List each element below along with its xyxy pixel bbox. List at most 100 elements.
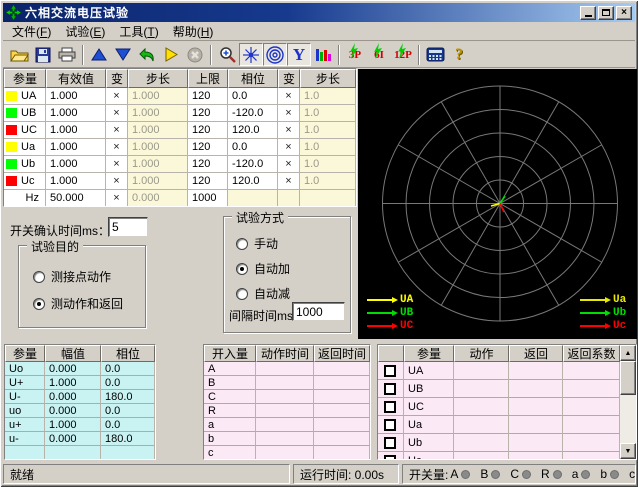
limit-cell[interactable]: 120 <box>188 173 228 190</box>
seq-amplitude: 1.000 <box>45 376 101 390</box>
vary-toggle-cell[interactable]: × <box>106 122 128 139</box>
mode-group-title: 试验方式 <box>232 209 288 226</box>
switch-state-dot <box>522 470 531 479</box>
action-cell <box>454 362 509 380</box>
vary-toggle-cell[interactable]: × <box>106 88 128 105</box>
radio-selected-icon <box>33 298 45 310</box>
help-button[interactable]: ? <box>447 43 471 66</box>
radio-action-and-return[interactable]: 测动作和返回 <box>33 295 123 312</box>
stop-x-icon <box>187 47 203 63</box>
lower-button[interactable] <box>111 43 135 66</box>
vary-toggle-cell[interactable]: × <box>278 88 300 105</box>
value-cell[interactable]: 50.000 <box>46 190 106 207</box>
phase-cell[interactable]: -120.0 <box>228 105 278 122</box>
switch-letter: b <box>600 467 607 481</box>
mode-12p-button[interactable]: 12P <box>391 43 415 66</box>
column-header: 返回 <box>509 345 563 362</box>
circles-view-button[interactable] <box>263 43 287 66</box>
calculator-button[interactable] <box>423 43 447 66</box>
select-cell <box>378 380 404 398</box>
table-row: U- 0.000 180.0 <box>5 390 155 404</box>
open-folder-icon <box>10 47 29 62</box>
value-cell[interactable]: 1.000 <box>46 173 106 190</box>
phase-cell[interactable]: -120.0 <box>228 156 278 173</box>
vertical-scrollbar[interactable]: ▲ ▼ <box>620 345 636 459</box>
minimize-button[interactable] <box>580 6 596 20</box>
print-button[interactable] <box>55 43 79 66</box>
uc2-arrow-icon <box>580 325 605 327</box>
param-name-cell: Hz <box>4 190 46 207</box>
radio-contact-action[interactable]: 测接点动作 <box>33 268 111 285</box>
menu-test[interactable]: 试验(E) <box>58 21 112 42</box>
maximize-button[interactable] <box>598 6 614 20</box>
limit-cell[interactable]: 1000 <box>188 190 228 207</box>
close-button[interactable]: × <box>616 6 632 20</box>
radio-auto-increase[interactable]: 自动加 <box>236 260 290 277</box>
menu-tools[interactable]: 工具(T) <box>112 21 165 42</box>
vary-toggle-cell[interactable]: × <box>278 156 300 173</box>
checkbox[interactable] <box>384 437 396 449</box>
legend-label: Ua <box>613 294 626 306</box>
bars-view-button[interactable] <box>311 43 335 66</box>
radio-auto-decrease[interactable]: 自动减 <box>236 285 290 302</box>
limit-cell[interactable]: 120 <box>188 122 228 139</box>
step-cell: 1.0 <box>300 122 356 139</box>
vary-toggle-cell[interactable]: × <box>106 173 128 190</box>
table-row: A <box>204 362 370 376</box>
checkbox[interactable] <box>384 365 396 377</box>
open-button[interactable] <box>7 43 31 66</box>
undo-button[interactable] <box>135 43 159 66</box>
start-button[interactable] <box>159 43 183 66</box>
vary-toggle-cell[interactable]: × <box>278 105 300 122</box>
value-cell[interactable]: 1.000 <box>46 105 106 122</box>
mode-3p-button[interactable]: 3P <box>343 43 367 66</box>
vary-toggle-cell[interactable]: × <box>278 122 300 139</box>
phase-cell[interactable]: 120.0 <box>228 122 278 139</box>
stop-button[interactable] <box>183 43 207 66</box>
close-icon: × <box>621 8 627 18</box>
select-cell <box>378 416 404 434</box>
radio-manual[interactable]: 手动 <box>236 235 278 252</box>
vary-toggle-cell[interactable]: × <box>106 190 128 207</box>
table-row: UB <box>378 380 636 398</box>
limit-cell[interactable]: 120 <box>188 156 228 173</box>
y-view-button[interactable]: Y <box>287 43 311 66</box>
value-cell[interactable]: 1.000 <box>46 156 106 173</box>
raise-button[interactable] <box>87 43 111 66</box>
ub2-arrow-icon <box>580 312 605 314</box>
scroll-up-button[interactable]: ▲ <box>620 345 636 361</box>
save-button[interactable] <box>31 43 55 66</box>
limit-cell[interactable]: 120 <box>188 105 228 122</box>
vary-toggle-cell[interactable]: × <box>106 105 128 122</box>
confirm-time-input[interactable] <box>108 217 148 237</box>
lightning-icon <box>347 43 359 59</box>
scroll-down-button[interactable]: ▼ <box>620 443 636 459</box>
column-header: 上限 <box>188 69 228 88</box>
limit-cell[interactable]: 120 <box>188 139 228 156</box>
menu-help[interactable]: 帮助(H) <box>166 21 221 42</box>
mode-6i-button[interactable]: 6I <box>367 43 391 66</box>
checkbox[interactable] <box>384 455 396 461</box>
limit-cell[interactable]: 120 <box>188 88 228 105</box>
vary-toggle-cell[interactable]: × <box>278 173 300 190</box>
action-cell <box>454 416 509 434</box>
value-cell[interactable]: 1.000 <box>46 88 106 105</box>
checkbox[interactable] <box>384 383 396 395</box>
phase-cell[interactable]: 0.0 <box>228 88 278 105</box>
step-cell: 1.000 <box>128 173 188 190</box>
radio-icon <box>33 271 45 283</box>
phase-cell[interactable]: 0.0 <box>228 139 278 156</box>
vector-view-button[interactable] <box>239 43 263 66</box>
checkbox[interactable] <box>384 419 396 431</box>
vary-toggle-cell[interactable]: × <box>106 139 128 156</box>
checkbox[interactable] <box>384 401 396 413</box>
zoom-button[interactable] <box>215 43 239 66</box>
value-cell[interactable]: 1.000 <box>46 139 106 156</box>
vary-toggle-cell[interactable]: × <box>106 156 128 173</box>
value-cell[interactable]: 1.000 <box>46 122 106 139</box>
interval-input[interactable] <box>292 302 345 321</box>
menu-file[interactable]: 文件(F) <box>5 21 58 42</box>
vary-toggle-cell[interactable]: × <box>278 139 300 156</box>
scroll-thumb[interactable] <box>620 361 636 395</box>
phase-cell[interactable]: 120.0 <box>228 173 278 190</box>
